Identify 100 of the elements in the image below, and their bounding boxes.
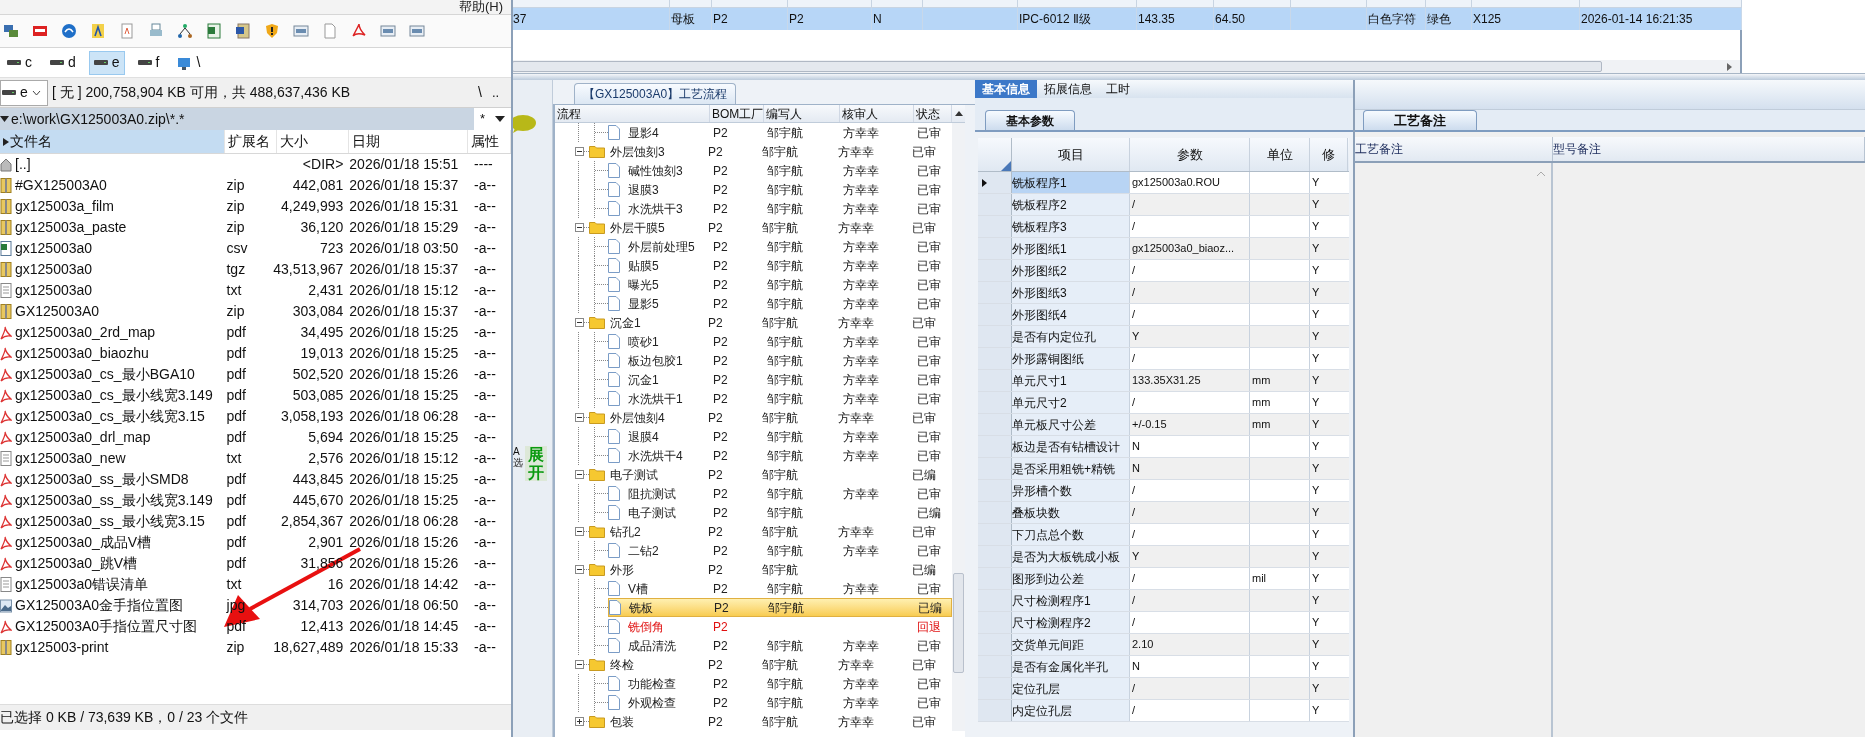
spreadsheet-icon[interactable]: [206, 23, 222, 39]
file-name[interactable]: gx125003a0_drl_map: [15, 427, 151, 448]
table-row[interactable]: 是否有金属化半孔 N Y: [978, 656, 1349, 678]
header-cell[interactable]: [712, 0, 788, 8]
tree-row[interactable]: 沉金1 P2 邹宇航 方幸幸 已审: [608, 370, 952, 389]
table-row[interactable]: 外形图纸1 gx125003a0_biaoz... Y: [978, 238, 1349, 260]
tree-row[interactable]: 阻抗测试 P2 邹宇航 方幸幸 已审: [608, 484, 952, 503]
scroll-right-icon[interactable]: [1727, 62, 1732, 71]
header-cell[interactable]: [670, 0, 712, 8]
drive-button[interactable]: d: [45, 50, 81, 75]
column-header[interactable]: 属性: [468, 130, 511, 153]
table-row[interactable]: 下刀点总个数 / Y: [978, 524, 1349, 546]
table-row[interactable]: 外形图纸4 / Y: [978, 304, 1349, 326]
tree-row[interactable]: 外形 P2 邹宇航 已编: [605, 560, 952, 579]
collapse-icon[interactable]: [575, 470, 584, 479]
table-row[interactable]: 是否采用粗铣+精铣 N Y: [978, 458, 1349, 480]
tree-row[interactable]: 曝光5 P2 邹宇航 方幸幸 已审: [608, 275, 952, 294]
printer-icon[interactable]: [148, 23, 164, 39]
file-name[interactable]: GX125003A0: [15, 301, 100, 322]
tree-row[interactable]: 外层蚀刻4 P2 邹宇航 方幸幸 已审: [605, 408, 952, 427]
tree-row[interactable]: 二钻2 P2 邹宇航 方幸幸 已审: [608, 541, 952, 560]
file-name[interactable]: GX125003A0手指位置尺寸图: [15, 616, 198, 637]
window-icon[interactable]: [409, 23, 425, 39]
sub-tab[interactable]: 基本参数: [985, 110, 1075, 130]
path-bar[interactable]: e:\work\GX125003A0.zip\*.*: [0, 108, 474, 130]
scroll-up-icon[interactable]: [954, 111, 963, 116]
filter-button[interactable]: *: [480, 109, 486, 129]
header-cell[interactable]: [788, 0, 872, 8]
collapse-icon[interactable]: [575, 318, 584, 327]
speech-bubble-icon[interactable]: [513, 114, 537, 134]
file-name[interactable]: gx125003a0: [15, 259, 93, 280]
column-header[interactable]: 扩展名: [225, 130, 277, 153]
table-row[interactable]: 37 母板 P2 P2 N IPC-6012 Ⅱ级 143.35 64.50 白色字符 绿色 X125 2026-01-14 16:21:35: [513, 8, 1742, 30]
globe-icon[interactable]: [61, 23, 77, 39]
table-row[interactable]: 铣板程序3 / Y: [978, 216, 1349, 238]
pdf-icon[interactable]: [32, 23, 48, 39]
file-name[interactable]: gx125003a0_ss_最小SMD8: [15, 469, 189, 490]
table-row[interactable]: 外形图纸3 / Y: [978, 282, 1349, 304]
tree-row[interactable]: 外层前处理5 P2 邹宇航 方幸幸 已审: [608, 237, 952, 256]
header-cell[interactable]: [1214, 0, 1291, 8]
table-row[interactable]: 交货单元间距 2.10 Y: [978, 634, 1349, 656]
drive-dropdown[interactable]: e: [0, 79, 48, 106]
file-name[interactable]: gx125003a0: [15, 280, 93, 301]
blank-page-icon[interactable]: [322, 23, 338, 39]
collapse-icon[interactable]: [575, 527, 584, 536]
file-name[interactable]: gx125003-print: [15, 637, 109, 658]
tree-row[interactable]: 外层干膜5 P2 邹宇航 方幸幸 已审: [605, 218, 952, 237]
file-name[interactable]: #GX125003A0: [15, 175, 107, 196]
tree-row[interactable]: 喷砂1 P2 邹宇航 方幸幸 已审: [608, 332, 952, 351]
tree-row[interactable]: 退膜3 P2 邹宇航 方幸幸 已审: [608, 180, 952, 199]
tree-row[interactable]: 钻孔2 P2 邹宇航 方幸幸 已审: [605, 522, 952, 541]
word-document-icon[interactable]: [235, 23, 251, 39]
scrollbar-thumb[interactable]: [513, 61, 1602, 72]
tree-row[interactable]: 电子测试 P2 邹宇航 已编: [608, 503, 952, 522]
table-row[interactable]: 单元尺寸1 133.35X31.25 mm Y: [978, 370, 1349, 392]
table-row[interactable]: 尺寸检测程序2 / Y: [978, 612, 1349, 634]
tree-row[interactable]: 退膜4 P2 邹宇航 方幸幸 已审: [608, 427, 952, 446]
header-cell[interactable]: [1426, 0, 1472, 8]
column-header[interactable]: 文件名: [0, 130, 226, 153]
tree-row[interactable]: 板边包胶1 P2 邹宇航 方幸幸 已审: [608, 351, 952, 370]
file-name[interactable]: gx125003a0: [15, 238, 93, 259]
file-name[interactable]: gx125003a0_cs_最小线宽3.149: [15, 385, 213, 406]
drive-button[interactable]: f: [132, 50, 165, 75]
scrollbar-thumb[interactable]: [953, 573, 964, 673]
font-icon[interactable]: [90, 23, 106, 39]
file-name[interactable]: gx125003a0_成品V槽: [15, 532, 152, 553]
tree-row[interactable]: 显影5 P2 邹宇航 方幸幸 已审: [608, 294, 952, 313]
header-cell[interactable]: [1580, 0, 1742, 8]
root-button[interactable]: \: [472, 82, 488, 103]
file-name[interactable]: gx125003a0_biaozhu: [15, 343, 149, 364]
header-cell[interactable]: [1472, 0, 1580, 8]
file-name[interactable]: gx125003a0_cs_最小BGA10: [15, 364, 195, 385]
window-icon[interactable]: [380, 23, 396, 39]
table-row[interactable]: 是否为大板铣成小板 Y Y: [978, 546, 1349, 568]
header-cell[interactable]: [513, 0, 670, 8]
tree-row[interactable]: 包装 P2 邹宇航 方幸幸 已审: [605, 712, 952, 731]
table-row[interactable]: 异形槽个数 / Y: [978, 480, 1349, 502]
tree-row[interactable]: 铣倒角 P2 回退: [608, 617, 952, 636]
collapse-icon[interactable]: [575, 565, 584, 574]
parent-button[interactable]: ..: [487, 82, 504, 103]
table-row[interactable]: 图形到边公差 / mil Y: [978, 568, 1349, 590]
file-name[interactable]: GX125003A0金手指位置图: [15, 595, 184, 616]
file-name[interactable]: gx125003a0_跳V槽: [15, 553, 138, 574]
tab[interactable]: 基本信息: [975, 80, 1037, 98]
tree-row[interactable]: 水洗烘干1 P2 邹宇航 方幸幸 已审: [608, 389, 952, 408]
table-row[interactable]: 尺寸检测程序1 / Y: [978, 590, 1349, 612]
acrobat-icon[interactable]: [351, 23, 367, 39]
tree-row[interactable]: 水洗烘干3 P2 邹宇航 方幸幸 已审: [608, 199, 952, 218]
file-name[interactable]: gx125003a0_new: [15, 448, 126, 469]
header-cell[interactable]: [1291, 0, 1367, 8]
drive-button[interactable]: c: [2, 50, 37, 75]
scrollbar[interactable]: [952, 123, 965, 731]
file-name[interactable]: gx125003a0错误清单: [15, 574, 149, 595]
tree-row[interactable]: 铣板 P2 邹宇航 已编: [608, 598, 952, 617]
hierarchy-icon[interactable]: [177, 23, 193, 39]
tree-row[interactable]: 终检 P2 邹宇航 方幸幸 已审: [605, 655, 952, 674]
tab[interactable]: 工时: [1099, 80, 1137, 98]
tree-row[interactable]: 外观检查 P2 邹宇航 方幸幸 已审: [608, 693, 952, 712]
table-row[interactable]: 是否有内定位孔 Y Y: [978, 326, 1349, 348]
header-cell[interactable]: [872, 0, 923, 8]
